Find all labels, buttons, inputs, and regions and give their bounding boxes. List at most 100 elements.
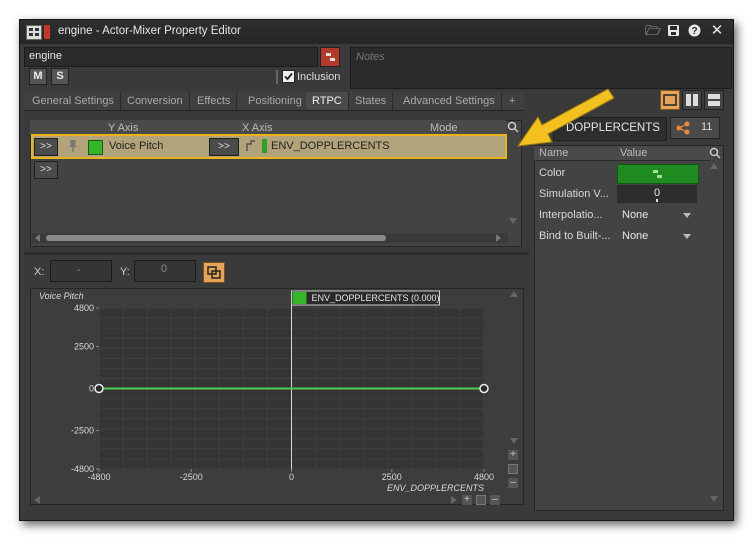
list-horizontal-scrollbar[interactable]: [32, 233, 508, 243]
x-coordinate-field[interactable]: -: [50, 260, 112, 282]
references-button[interactable]: 11: [670, 117, 720, 139]
curve-settings-button[interactable]: [203, 262, 225, 283]
chevron-down-icon: [683, 234, 691, 239]
properties-scroll-down-icon[interactable]: [710, 496, 718, 502]
y-coordinate-label: Y:: [120, 266, 130, 278]
tab-conversion[interactable]: Conversion: [121, 92, 190, 110]
layout-single-button[interactable]: [660, 90, 680, 110]
curve-point[interactable]: [479, 383, 489, 394]
graph-scroll-down-icon[interactable]: [510, 438, 518, 444]
column-x-axis[interactable]: X Axis: [242, 121, 273, 135]
svg-text:?: ?: [691, 26, 697, 37]
save-icon[interactable]: [666, 24, 680, 38]
tab-advanced-settings[interactable]: Advanced Settings: [397, 92, 502, 110]
column-value[interactable]: Value: [620, 147, 647, 159]
solo-button[interactable]: S: [51, 68, 69, 85]
curve-point[interactable]: [94, 383, 104, 394]
x-coordinate-label: X:: [34, 266, 45, 278]
x-tick-label: -4800: [87, 472, 110, 482]
column-y-axis[interactable]: Y Axis: [108, 121, 138, 135]
pin-icon[interactable]: [67, 139, 79, 153]
property-editor-window: engine - Actor-Mixer Property Editor 🗁 ?…: [19, 19, 734, 521]
bind-value: None: [622, 230, 649, 242]
object-color-button[interactable]: [320, 47, 340, 67]
checkmark-icon: [284, 72, 293, 81]
x-tick-label: 0: [289, 472, 294, 482]
graph-scroll-up-icon[interactable]: [510, 291, 518, 297]
property-row-bind-to-builtin[interactable]: Bind to Built-... None: [534, 226, 698, 246]
callout-arrow-icon: [516, 88, 615, 147]
title-bar: engine - Actor-Mixer Property Editor 🗁 ?…: [20, 20, 733, 44]
references-count: 11: [701, 121, 713, 133]
y-tick-label: -2500: [71, 425, 94, 435]
x-axis-color-tag: [262, 139, 267, 153]
list-scroll-down-icon[interactable]: [509, 218, 517, 224]
add-rtpc-button[interactable]: >>: [34, 161, 58, 179]
folder-icon[interactable]: 🗁: [645, 24, 661, 38]
hierarchy-icon: [653, 170, 662, 178]
property-name: Interpolatio...: [539, 209, 603, 221]
rtpc-picker-button[interactable]: >>: [209, 138, 239, 156]
simulation-value-slider[interactable]: 0: [617, 185, 697, 203]
graph-scroll-right-icon[interactable]: [451, 496, 457, 504]
hierarchy-icon: [326, 53, 335, 61]
split-horizontal-icon: [708, 94, 720, 106]
tab-states[interactable]: States: [349, 92, 394, 110]
close-icon[interactable]: ✕: [710, 23, 724, 38]
interpolation-dropdown[interactable]: None: [617, 206, 697, 224]
zoom-out-y-icon[interactable]: –: [508, 478, 518, 488]
layout-split-horizontal-button[interactable]: [704, 90, 724, 110]
tab-positioning[interactable]: Positioning: [242, 92, 309, 110]
x-axis-value[interactable]: ENV_DOPPLERCENTS: [271, 140, 390, 152]
scroll-right-icon[interactable]: [496, 234, 501, 242]
inclusion-divider: [276, 70, 278, 84]
zoom-out-x-icon[interactable]: –: [490, 495, 500, 505]
expand-row-button[interactable]: >>: [34, 138, 58, 156]
graph-area: 4800 2500 0 -2500 -4800 -4800 -2500 0 2500 4800 Vo…: [30, 288, 524, 505]
share-icon: [676, 121, 690, 135]
link-curve-icon: [207, 266, 221, 279]
tab-rtpc[interactable]: RTPC: [306, 92, 349, 110]
x-tick-label: -2500: [180, 472, 203, 482]
y-tick-label: 4800: [74, 303, 94, 313]
properties-scroll-up-icon[interactable]: [710, 163, 718, 169]
zoom-fit-y-icon[interactable]: [508, 464, 518, 474]
y-coordinate-field[interactable]: 0: [134, 260, 196, 282]
tab-general-settings[interactable]: General Settings: [26, 92, 121, 110]
notes-placeholder: Notes: [356, 51, 385, 63]
column-mode[interactable]: Mode: [430, 121, 458, 135]
layout-split-vertical-button[interactable]: [682, 90, 702, 110]
mute-button[interactable]: M: [29, 68, 47, 85]
game-parameter-icon: [245, 139, 257, 153]
rtpc-curve-graph[interactable]: 480025000-2500-4800-4800 -2500 0 2500 4800Vo…: [31, 289, 523, 504]
scroll-left-icon[interactable]: [35, 234, 40, 242]
y-axis-value[interactable]: Voice Pitch: [109, 140, 163, 152]
graph-scroll-left-icon[interactable]: [34, 496, 40, 504]
y-tick-label: 2500: [74, 342, 94, 352]
panel-splitter[interactable]: [24, 252, 529, 255]
inclusion-checkbox[interactable]: [282, 70, 295, 83]
x-axis-title: ENV_DOPPLERCENTS: [387, 483, 484, 493]
tab-effects[interactable]: Effects: [191, 92, 238, 110]
color-swatch[interactable]: [617, 164, 699, 184]
object-name-value: engine: [29, 50, 63, 62]
x-tick-label: 2500: [382, 472, 402, 482]
property-row-color[interactable]: Color: [534, 163, 699, 184]
split-vertical-icon: [686, 94, 698, 106]
window-title: engine - Actor-Mixer Property Editor: [58, 25, 241, 37]
zoom-in-y-icon[interactable]: +: [508, 450, 518, 460]
property-row-simulation-value[interactable]: Simulation V... 0: [534, 184, 698, 204]
zoom-fit-x-icon[interactable]: [476, 495, 486, 505]
property-row-interpolation[interactable]: Interpolatio... None: [534, 205, 698, 225]
app-icon: [26, 25, 42, 40]
object-name-field[interactable]: engine: [24, 47, 318, 67]
help-icon[interactable]: ?: [687, 24, 701, 38]
bind-dropdown[interactable]: None: [617, 227, 697, 245]
y-axis-color-swatch[interactable]: [88, 140, 103, 155]
zoom-in-x-icon[interactable]: +: [462, 495, 472, 505]
scrollbar-thumb[interactable]: [46, 235, 386, 241]
property-name: Color: [539, 167, 566, 179]
notes-field[interactable]: Notes: [350, 47, 732, 89]
single-pane-icon: [663, 94, 677, 106]
properties-search-icon[interactable]: [709, 147, 721, 159]
